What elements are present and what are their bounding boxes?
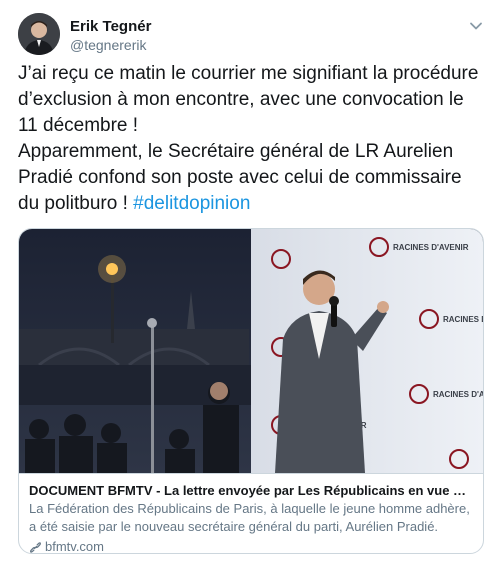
author-handle[interactable]: @tegnererik xyxy=(70,37,146,53)
card-title[interactable]: DOCUMENT BFMTV - La lettre envoyée par L… xyxy=(29,482,473,499)
card-domain: bfmtv.com xyxy=(29,538,473,554)
link-card[interactable]: RACINES D'AVENIR RACINES D'AVENIR RACINE… xyxy=(18,228,484,554)
card-domain-text: bfmtv.com xyxy=(45,539,104,554)
tweet: Erik Tegnér @tegnererik J’ai reçu ce mat… xyxy=(0,0,500,565)
backdrop-text: RACINES D'AVENIR xyxy=(443,315,483,324)
tweet-text: J’ai reçu ce matin le courrier me signif… xyxy=(18,61,486,217)
avatar[interactable] xyxy=(18,13,60,55)
backdrop-text: RACINES D'AVENIR xyxy=(433,390,483,399)
chevron-down-icon xyxy=(470,22,482,30)
link-icon xyxy=(30,541,41,553)
author-name[interactable]: Erik Tegnér xyxy=(70,18,151,35)
hashtag-link[interactable]: #delitdopinion xyxy=(133,193,250,214)
backdrop-text: RACINES D'AVENIR xyxy=(393,243,469,252)
tweet-body: J’ai reçu ce matin le courrier me signif… xyxy=(18,63,479,214)
card-image: RACINES D'AVENIR RACINES D'AVENIR RACINE… xyxy=(19,229,483,473)
card-description: La Fédération des Républicains de Paris,… xyxy=(29,501,470,534)
card-body: DOCUMENT BFMTV - La lettre envoyée par L… xyxy=(19,473,483,554)
more-options-button[interactable] xyxy=(466,16,486,36)
